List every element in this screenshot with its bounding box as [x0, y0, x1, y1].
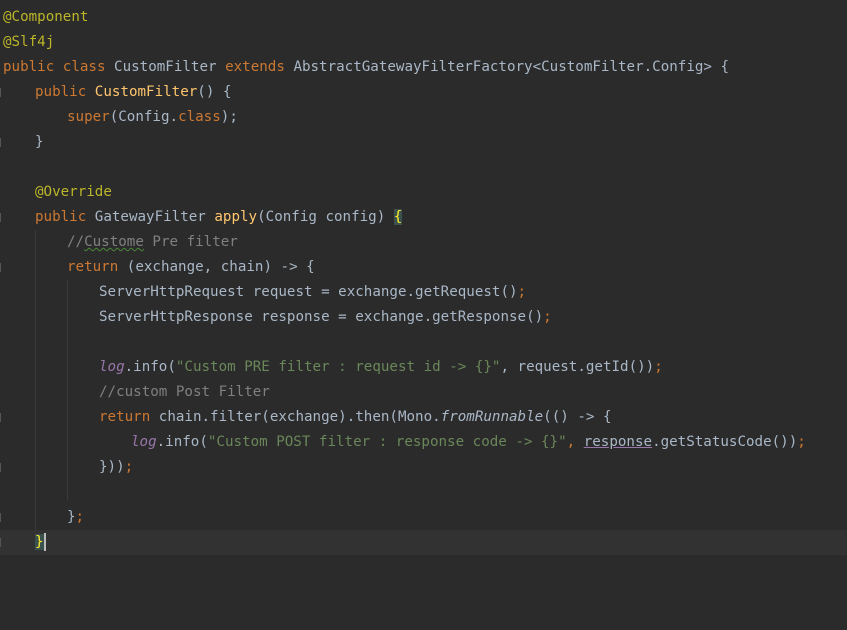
code-editor[interactable]: @Component @Slf4j public class CustomFil…: [0, 0, 847, 561]
semicolon: ;: [75, 509, 85, 525]
keyword: public: [35, 209, 95, 225]
code-line: };: [0, 505, 847, 530]
code-line: //custom Post Filter: [0, 380, 847, 405]
semicolon: ;: [517, 284, 527, 300]
keyword: public class: [3, 59, 115, 75]
code-text: .info(: [156, 434, 208, 450]
fold-marker[interactable]: [0, 213, 3, 222]
method-name: apply: [214, 209, 258, 225]
code-text: ServerHttpRequest request = exchange.get…: [99, 284, 518, 300]
annotation: @Component: [3, 9, 89, 25]
method-name: CustomFilter: [94, 84, 198, 100]
comment: //: [67, 234, 85, 250]
code-line: @Override: [0, 180, 847, 205]
code-line: @Slf4j: [0, 30, 847, 55]
captured-variable: response: [583, 434, 653, 450]
code-text: .info(: [124, 359, 176, 375]
code-text: (Config config): [257, 209, 394, 225]
class-name: CustomFilter: [114, 59, 226, 75]
code-line: @Component: [0, 5, 847, 30]
comment: //custom Post Filter: [99, 384, 270, 400]
code-text: }: [35, 134, 44, 150]
semicolon: ;: [124, 459, 134, 475]
keyword: return: [67, 259, 127, 275]
semicolon: ;: [797, 434, 806, 450]
code-text: );: [220, 109, 238, 125]
type-name: GatewayFilter: [94, 209, 215, 225]
matched-brace: }: [35, 534, 44, 550]
comma: ,: [566, 434, 584, 450]
code-text: .getStatusCode()): [652, 434, 798, 450]
field-name: log: [99, 359, 125, 375]
code-line: ServerHttpRequest request = exchange.get…: [0, 280, 847, 305]
fold-marker[interactable]: [0, 413, 3, 422]
string-literal: "Custom POST filter : response code -> {…: [207, 434, 567, 450]
code-line: log.info("Custom POST filter : response …: [0, 430, 847, 455]
code-text: () {: [197, 84, 232, 100]
fold-marker[interactable]: [0, 138, 3, 147]
fold-marker[interactable]: [0, 538, 3, 547]
field-name: log: [131, 434, 157, 450]
semicolon: ;: [654, 359, 663, 375]
keyword: extends: [225, 59, 294, 75]
code-text: , request.getId()): [500, 359, 655, 375]
code-line: return chain.filter(exchange).then(Mono.…: [0, 405, 847, 430]
annotation: @Slf4j: [3, 34, 55, 50]
keyword: super: [67, 109, 110, 125]
text-caret: [43, 533, 46, 551]
code-line: public CustomFilter() {: [0, 80, 847, 105]
static-method: fromRunnable: [440, 409, 544, 425]
code-text: }: [67, 509, 76, 525]
annotation: @Override: [35, 184, 112, 200]
keyword: return: [99, 409, 159, 425]
code-line: }));: [0, 455, 847, 480]
code-text: (() -> {: [543, 409, 612, 425]
fold-marker[interactable]: [0, 463, 3, 472]
code-line: log.info("Custom PRE filter : request id…: [0, 355, 847, 380]
comment: Pre filter: [143, 234, 238, 250]
fold-marker[interactable]: [0, 88, 3, 97]
fold-marker[interactable]: [0, 263, 3, 272]
code-text: (Config.: [109, 109, 179, 125]
matched-brace: {: [393, 209, 403, 225]
code-line: public class CustomFilter extends Abstra…: [0, 55, 847, 80]
code-line: //Custome Pre filter: [0, 230, 847, 255]
code-line: ServerHttpResponse response = exchange.g…: [0, 305, 847, 330]
semicolon: ;: [543, 309, 552, 325]
keyword: class: [178, 109, 221, 125]
code-line: public GatewayFilter apply(Config config…: [0, 205, 847, 230]
code-line-current: }: [0, 530, 847, 555]
code-text: ServerHttpResponse response = exchange.g…: [99, 309, 544, 325]
code-text: AbstractGatewayFilterFactory<CustomFilte…: [293, 59, 730, 75]
typo-word: Custome: [84, 234, 144, 250]
code-line: super(Config.class);: [0, 105, 847, 130]
code-text: (exchange, chain) -> {: [126, 259, 315, 275]
code-text: chain.filter(exchange).then(Mono.: [158, 409, 441, 425]
code-line: }: [0, 130, 847, 155]
code-line: return (exchange, chain) -> {: [0, 255, 847, 280]
fold-marker[interactable]: [0, 513, 3, 522]
code-text: })): [99, 459, 125, 475]
string-literal: "Custom PRE filter : request id -> {}": [175, 359, 501, 375]
keyword: public: [35, 84, 95, 100]
